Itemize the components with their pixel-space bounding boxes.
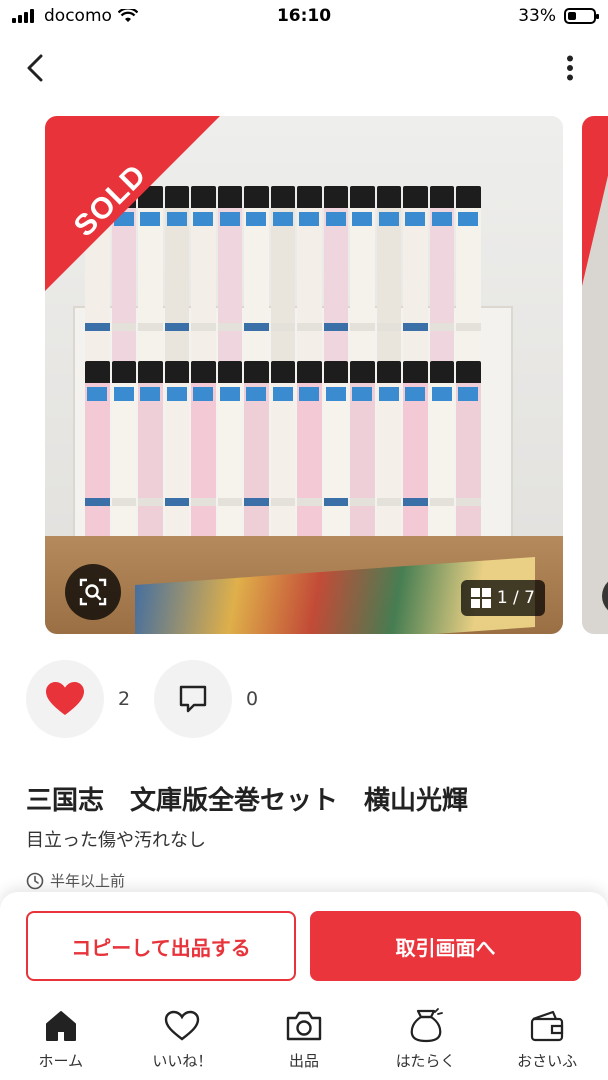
photo-book-spine <box>323 361 348 536</box>
photo-book-spine <box>244 361 269 536</box>
tab-label: いいね！ <box>152 1052 213 1070</box>
image-search-icon <box>79 578 107 606</box>
photo-book-spine <box>429 186 454 361</box>
photo-book-spine <box>297 186 322 361</box>
more-options-button[interactable] <box>558 52 582 84</box>
back-button[interactable] <box>18 50 52 86</box>
comment-count: 0 <box>246 688 259 710</box>
photo-book-spine <box>323 186 348 361</box>
image-counter-text: 1 / 7 <box>496 588 535 608</box>
photo-book-spine <box>456 186 481 361</box>
listing-actions: 2 0 <box>26 660 290 738</box>
photo-book-spine <box>376 361 401 536</box>
tab-home[interactable]: ホーム <box>0 992 122 1080</box>
comment-button[interactable] <box>154 660 232 738</box>
camera-icon <box>284 1006 324 1046</box>
home-icon <box>41 1006 81 1046</box>
photo-books-bottom-row <box>85 361 481 536</box>
clock: 16:10 <box>276 6 332 26</box>
photo-book-spine <box>403 361 428 536</box>
battery-level <box>568 12 576 20</box>
photo-book-spine <box>217 186 242 361</box>
tab-likes[interactable]: いいね！ <box>122 992 244 1080</box>
photo-book-spine <box>350 186 375 361</box>
next-image-sold-ribbon <box>582 116 608 286</box>
tab-label: ホーム <box>38 1052 84 1070</box>
tab-work[interactable]: はたらく <box>365 992 487 1080</box>
posted-time: 半年以上前 <box>26 870 125 891</box>
photo-book-spine <box>138 361 163 536</box>
tab-sell[interactable]: 出品 <box>243 992 365 1080</box>
listing-condition: 目立った傷や汚れなし <box>26 830 206 851</box>
money-bag-icon <box>406 1006 446 1046</box>
listing-title: 三国志 文庫版全巻セット 横山光輝 <box>26 786 469 816</box>
more-vertical-icon <box>567 55 573 81</box>
photo-book-spine <box>376 186 401 361</box>
photo-book-spine <box>111 361 136 536</box>
battery-percent: 33% <box>518 6 556 26</box>
photo-book-spine <box>403 186 428 361</box>
tab-label: 出品 <box>288 1052 319 1070</box>
zoom-image-button[interactable] <box>65 564 121 620</box>
image-counter[interactable]: 1 / 7 <box>460 580 545 616</box>
heart-icon <box>162 1006 202 1046</box>
like-button[interactable] <box>26 660 104 738</box>
next-image-peek[interactable] <box>582 116 608 634</box>
copy-listing-button[interactable]: コピーして出品する <box>26 911 296 981</box>
tab-label: おさいふ <box>517 1052 578 1070</box>
photo-book-spine <box>429 361 454 536</box>
image-carousel[interactable]: SOLD 1 / 7 <box>45 116 563 634</box>
tab-label: はたらく <box>395 1052 456 1070</box>
clock-icon <box>26 872 44 889</box>
status-bar: docomo 16:10 33% <box>0 0 608 34</box>
action-sheet: コピーして出品する 取引画面へ <box>0 892 608 992</box>
comment-icon <box>179 685 207 713</box>
bottom-tab-bar: ホーム いいね！ 出品 はたらく おさいふ <box>0 992 608 1080</box>
status-right: 33% <box>518 6 599 26</box>
photo-book-spine <box>217 361 242 536</box>
posted-time-text: 半年以上前 <box>50 872 126 890</box>
transaction-screen-button[interactable]: 取引画面へ <box>310 911 581 981</box>
sold-ribbon <box>45 116 220 291</box>
photo-book-spine <box>85 361 110 536</box>
battery-icon <box>564 8 599 24</box>
top-nav <box>0 40 608 96</box>
photo-book-spine <box>350 361 375 536</box>
tab-wallet[interactable]: おさいふ <box>486 992 608 1080</box>
photo-book-spine <box>244 186 269 361</box>
photo-book-spine <box>270 186 295 361</box>
chevron-left-icon <box>27 54 43 82</box>
heart-filled-icon <box>46 682 84 715</box>
photo-book-spine <box>191 361 216 536</box>
photo-book-spine <box>456 361 481 536</box>
next-image-zoom-button <box>602 576 608 616</box>
grid-icon <box>470 588 491 608</box>
photo-book-spine <box>270 361 295 536</box>
photo-book-spine <box>297 361 322 536</box>
wallet-icon <box>527 1006 567 1046</box>
photo-book-spine <box>164 361 189 536</box>
